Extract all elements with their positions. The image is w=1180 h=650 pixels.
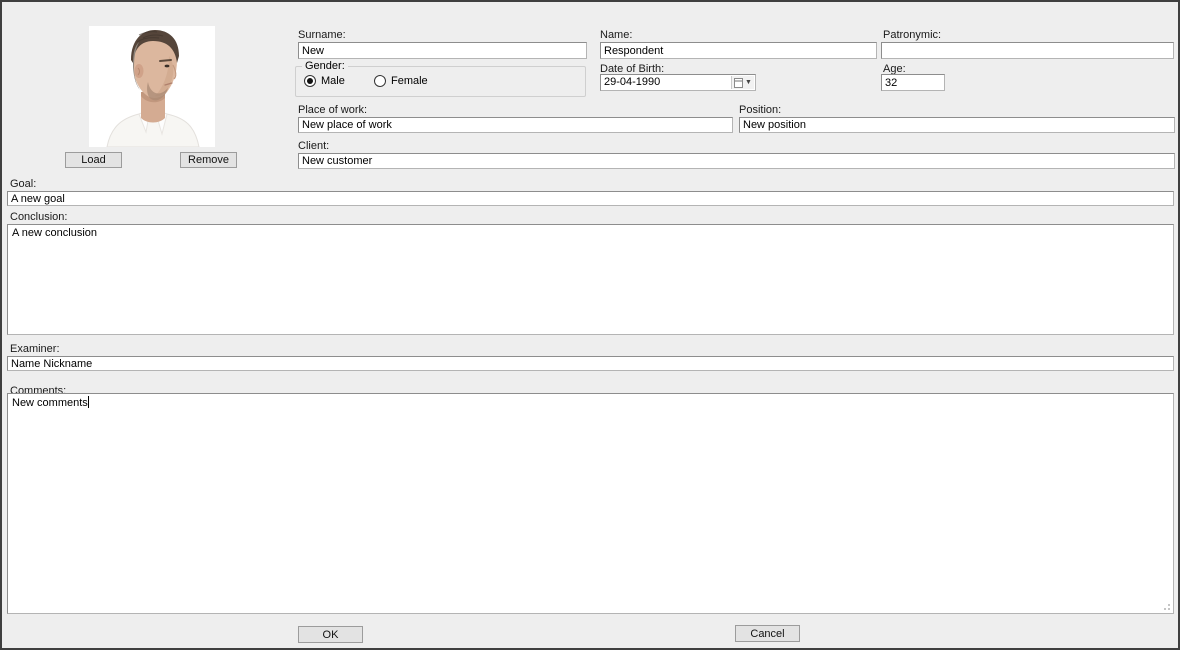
male-radio-button[interactable] [304, 75, 316, 87]
name-input[interactable] [600, 42, 877, 59]
comments-text: New comments [12, 397, 88, 409]
respondent-photo [89, 26, 215, 147]
position-input[interactable] [739, 117, 1175, 133]
male-radio-label: Male [321, 75, 345, 87]
place-of-work-input[interactable] [298, 117, 733, 133]
patronymic-input[interactable] [881, 42, 1174, 59]
examiner-input[interactable] [7, 356, 1174, 371]
ok-button[interactable]: OK [298, 626, 363, 643]
patronymic-label: Patronymic: [883, 29, 941, 41]
date-picker-dropdown-button[interactable]: ▼ [731, 76, 754, 89]
remove-photo-button[interactable]: Remove [180, 152, 237, 168]
goal-label: Goal: [10, 178, 36, 190]
date-of-birth-value: 29-04-1990 [604, 76, 660, 88]
gender-male-option[interactable]: Male [304, 75, 345, 87]
comments-textarea[interactable]: New comments [7, 393, 1174, 614]
calendar-icon [734, 78, 743, 88]
gender-label: Gender: [302, 60, 348, 72]
text-cursor [88, 396, 89, 408]
female-radio-button[interactable] [374, 75, 386, 87]
resize-grip[interactable] [1161, 601, 1170, 610]
surname-input[interactable] [298, 42, 587, 59]
conclusion-text: A new conclusion [12, 227, 97, 239]
male-portrait-image [89, 26, 215, 147]
respondent-form-window: Load Remove Surname: Name: Patronymic: G… [0, 0, 1180, 650]
load-photo-button[interactable]: Load [65, 152, 122, 168]
name-label: Name: [600, 29, 632, 41]
conclusion-label: Conclusion: [10, 211, 67, 223]
client-label: Client: [298, 140, 329, 152]
examiner-label: Examiner: [10, 343, 60, 355]
gender-female-option[interactable]: Female [374, 75, 428, 87]
surname-label: Surname: [298, 29, 346, 41]
female-radio-label: Female [391, 75, 428, 87]
dropdown-arrow-icon: ▼ [745, 79, 752, 86]
date-of-birth-picker[interactable]: 29-04-1990 ▼ [600, 74, 756, 91]
cancel-button[interactable]: Cancel [735, 625, 800, 642]
conclusion-textarea[interactable]: A new conclusion [7, 224, 1174, 335]
goal-input[interactable] [7, 191, 1174, 206]
age-input[interactable] [881, 74, 945, 91]
position-label: Position: [739, 104, 781, 116]
place-of-work-label: Place of work: [298, 104, 367, 116]
client-input[interactable] [298, 153, 1175, 169]
